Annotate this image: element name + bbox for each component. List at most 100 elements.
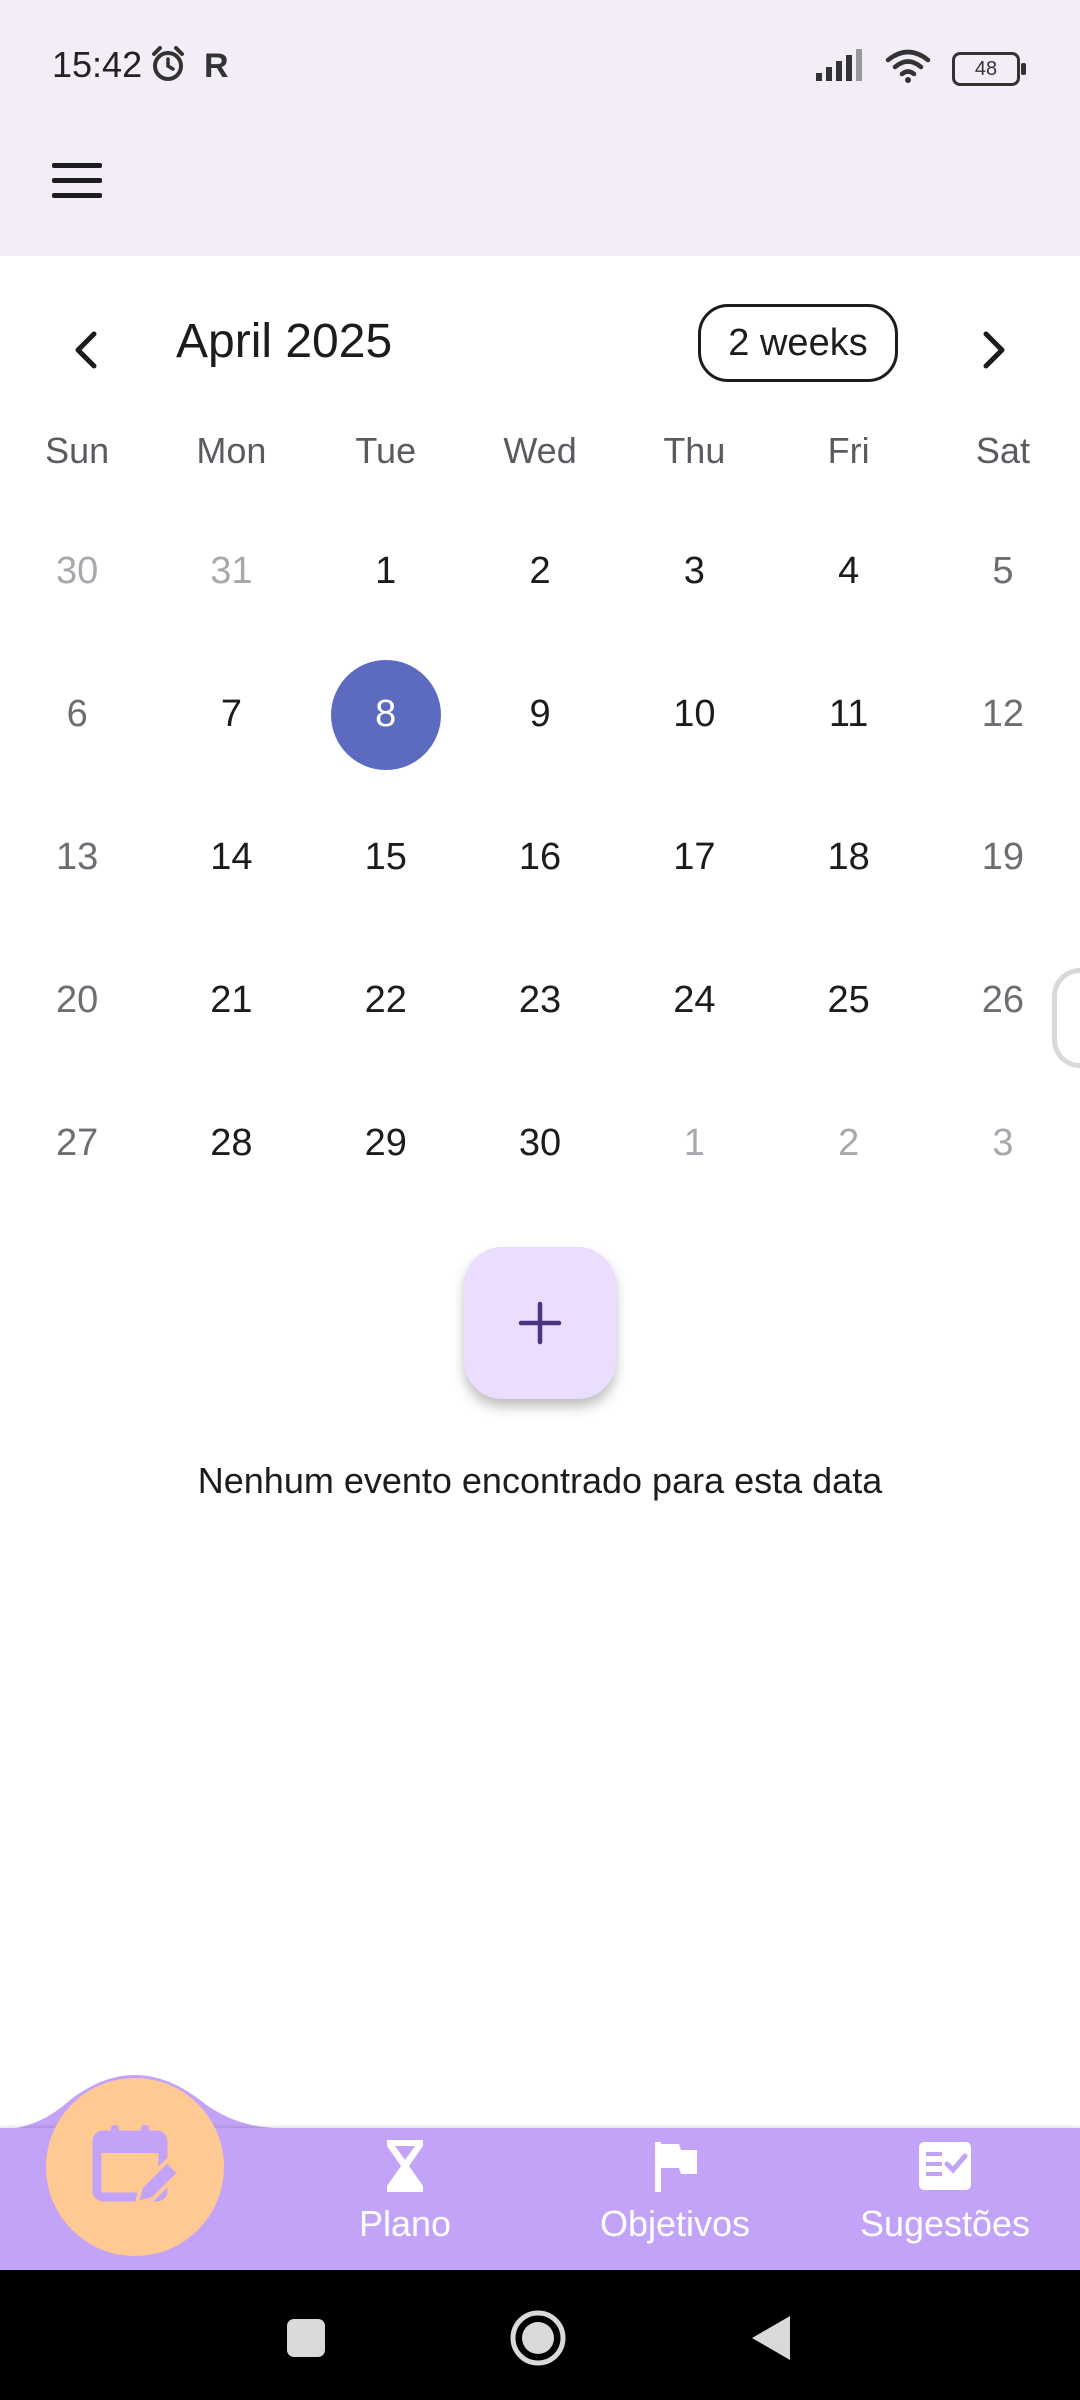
calendar-day[interactable]: 10 bbox=[617, 643, 771, 786]
calendar-day[interactable]: 7 bbox=[154, 643, 308, 786]
calendar-day[interactable]: 12 bbox=[926, 643, 1080, 786]
calendar-day[interactable]: 2 bbox=[463, 500, 617, 643]
previous-month-button[interactable] bbox=[58, 320, 118, 380]
plus-icon bbox=[518, 1301, 562, 1345]
calendar-day[interactable]: 3 bbox=[617, 500, 771, 643]
calendar-day[interactable]: 16 bbox=[463, 786, 617, 929]
calendar-day[interactable]: 21 bbox=[154, 929, 308, 1072]
day-number: 5 bbox=[992, 550, 1014, 592]
day-number: 26 bbox=[981, 979, 1025, 1021]
calendar-day[interactable]: 6 bbox=[0, 643, 154, 786]
carrier-r-icon: R bbox=[204, 47, 229, 85]
calendar-edit-icon bbox=[92, 2125, 182, 2206]
day-number: 14 bbox=[210, 836, 253, 878]
calendar-day[interactable]: 5 bbox=[926, 500, 1080, 643]
day-number: 25 bbox=[827, 979, 870, 1021]
calendar-day[interactable]: 23 bbox=[463, 929, 617, 1072]
calendar-day[interactable]: 25 bbox=[771, 929, 925, 1072]
chevron-left-icon bbox=[75, 331, 97, 369]
day-number: 19 bbox=[981, 836, 1025, 878]
nav-item-calendar[interactable] bbox=[46, 2078, 224, 2256]
day-number: 31 bbox=[210, 550, 253, 592]
weekday-label: Wed bbox=[503, 430, 577, 471]
day-number: 2 bbox=[529, 550, 551, 592]
menu-button[interactable] bbox=[40, 150, 114, 210]
nav-label: Plano bbox=[358, 2203, 452, 2244]
day-number: 3 bbox=[992, 1122, 1014, 1164]
calendar-day[interactable]: 17 bbox=[617, 786, 771, 929]
nav-label: Objetivos bbox=[599, 2203, 751, 2244]
calendar-day[interactable]: 28 bbox=[154, 1072, 308, 1215]
calendar-day[interactable]: 14 bbox=[154, 786, 308, 929]
calendar-day[interactable]: 2 bbox=[771, 1072, 925, 1215]
calendar-day[interactable]: 19 bbox=[926, 786, 1080, 929]
hourglass-icon bbox=[387, 2140, 423, 2192]
day-number: 17 bbox=[673, 836, 716, 878]
calendar-grid: 30 31 1 2 3 4 5 6 7 8 9 10 11 12 13 14 1… bbox=[0, 500, 1080, 1215]
day-number: 30 bbox=[56, 550, 99, 592]
calendar-day[interactable]: 4 bbox=[771, 500, 925, 643]
status-right-icons: 48 bbox=[814, 48, 1026, 89]
day-number: 1 bbox=[375, 550, 397, 592]
nav-label: Sugestões bbox=[859, 2203, 1031, 2244]
status-time: 15:42 bbox=[52, 44, 143, 85]
day-number: 28 bbox=[210, 1122, 253, 1164]
day-number: 15 bbox=[364, 836, 407, 878]
weekday-header: Sun Mon Tue Wed Thu Fri Sat bbox=[0, 430, 1080, 490]
calendar-day-selected[interactable]: 8 bbox=[309, 643, 463, 786]
calendar-day[interactable]: 1 bbox=[309, 500, 463, 643]
nav-item-objetivos[interactable]: Objetivos bbox=[575, 2138, 775, 2268]
day-number: 1 bbox=[683, 1122, 705, 1164]
calendar-day[interactable]: 24 bbox=[617, 929, 771, 1072]
calendar-day[interactable]: 20 bbox=[0, 929, 154, 1072]
weekday-label: Sun bbox=[45, 430, 110, 471]
next-month-button[interactable] bbox=[962, 320, 1022, 380]
add-event-button[interactable] bbox=[464, 1247, 616, 1399]
signal-icon bbox=[814, 49, 864, 88]
weekday-label: Thu bbox=[663, 430, 726, 471]
day-number: 18 bbox=[827, 836, 870, 878]
hamburger-menu-icon bbox=[52, 162, 102, 168]
wifi-icon bbox=[884, 48, 932, 89]
calendar-day[interactable]: 18 bbox=[771, 786, 925, 929]
day-number: 29 bbox=[364, 1122, 407, 1164]
calendar-day[interactable]: 9 bbox=[463, 643, 617, 786]
empty-events-message: Nenhum evento encontrado para esta data bbox=[197, 1460, 883, 1501]
calendar-day[interactable]: 30 bbox=[0, 500, 154, 643]
day-number: 27 bbox=[56, 1122, 99, 1164]
triangle-back-icon bbox=[752, 2316, 790, 2360]
nav-item-sugestoes[interactable]: Sugestões bbox=[845, 2138, 1045, 2268]
checklist-icon bbox=[919, 2142, 971, 2190]
day-number: 16 bbox=[518, 836, 562, 878]
edge-swipe-handle[interactable] bbox=[1052, 968, 1080, 1068]
weekday-label: Mon bbox=[196, 430, 267, 471]
weekday-label: Fri bbox=[827, 430, 870, 471]
calendar-day[interactable]: 31 bbox=[154, 500, 308, 643]
home-button[interactable] bbox=[508, 2308, 568, 2368]
day-number: 7 bbox=[220, 693, 243, 735]
calendar-header: April 2025 2 weeks bbox=[0, 290, 1080, 400]
recents-button[interactable] bbox=[276, 2308, 336, 2368]
day-number: 6 bbox=[66, 693, 88, 735]
system-navigation-bar bbox=[0, 2270, 1080, 2400]
calendar-day[interactable]: 27 bbox=[0, 1072, 154, 1215]
day-number: 12 bbox=[981, 693, 1025, 735]
alarm-icon bbox=[148, 44, 188, 89]
nav-item-plano[interactable]: Plano bbox=[305, 2138, 505, 2268]
calendar-day[interactable]: 22 bbox=[309, 929, 463, 1072]
calendar-day[interactable]: 15 bbox=[309, 786, 463, 929]
day-number: 4 bbox=[838, 550, 860, 592]
month-title: April 2025 bbox=[176, 315, 393, 368]
calendar-format-button[interactable]: 2 weeks bbox=[698, 304, 898, 382]
calendar-day[interactable]: 29 bbox=[309, 1072, 463, 1215]
back-button[interactable] bbox=[742, 2308, 802, 2368]
calendar-day[interactable]: 11 bbox=[771, 643, 925, 786]
day-number: 9 bbox=[529, 693, 551, 735]
status-left-icons: R bbox=[148, 44, 229, 89]
calendar-day[interactable]: 13 bbox=[0, 786, 154, 929]
day-number: 30 bbox=[518, 1122, 562, 1164]
calendar-day[interactable]: 1 bbox=[617, 1072, 771, 1215]
calendar-day[interactable]: 3 bbox=[926, 1072, 1080, 1215]
weekday-label: Sat bbox=[975, 430, 1030, 471]
calendar-day[interactable]: 30 bbox=[463, 1072, 617, 1215]
